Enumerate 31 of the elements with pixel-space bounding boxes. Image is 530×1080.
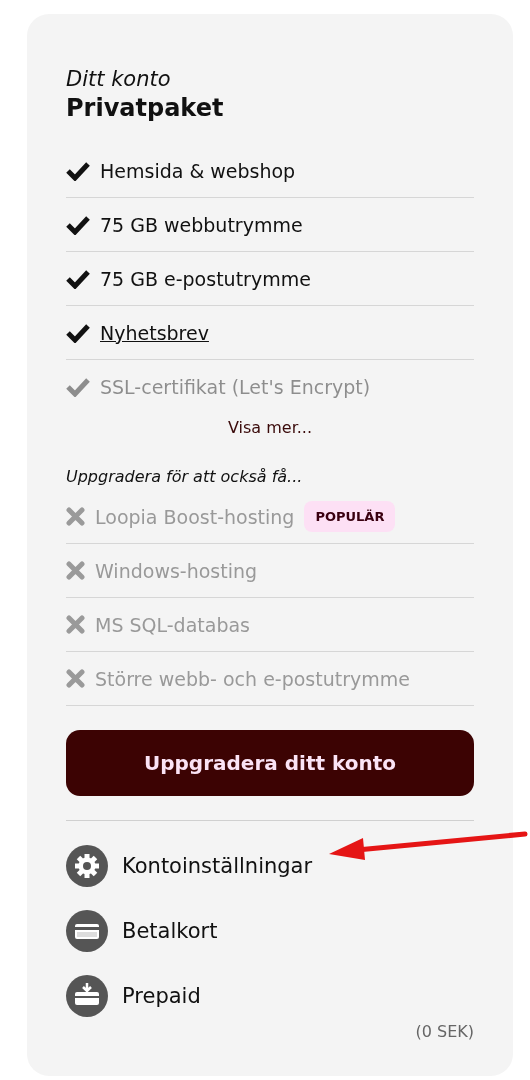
menu-link[interactable]: Prepaid	[122, 983, 201, 1008]
feature-label: 75 GB e-postutrymme	[100, 267, 311, 290]
cross-icon	[66, 561, 85, 580]
feature-link[interactable]: Nyhetsbrev	[100, 321, 209, 344]
card-download-icon	[66, 974, 108, 1017]
check-icon	[66, 322, 90, 343]
upgrade-feature-label: Större webb- och e-postutrymme	[95, 667, 410, 690]
cross-icon	[66, 615, 85, 634]
check-icon	[66, 268, 90, 289]
upgrade-button[interactable]: Uppgradera ditt konto	[66, 730, 474, 796]
feature-label: Hemsida & webshop	[100, 159, 296, 182]
upgrade-feature-label: Loopia Boost-hosting	[95, 505, 295, 528]
menu-link[interactable]: Kontoinställningar	[122, 853, 313, 878]
upgrade-heading: Uppgradera för att också få...	[66, 467, 303, 486]
check-icon	[66, 377, 90, 397]
show-more-link[interactable]: Visa mer...	[227, 418, 313, 437]
upgrade-feature-label: Windows-hosting	[95, 559, 258, 582]
card-subtitle: Ditt konto	[66, 66, 171, 92]
cross-icon	[66, 669, 85, 688]
balance-label: (0 SEK)	[415, 1022, 474, 1041]
cross-icon	[66, 507, 85, 526]
check-icon	[66, 214, 90, 235]
upgrade-feature-label: MS SQL-databas	[95, 613, 250, 636]
check-icon	[66, 160, 90, 181]
feature-label: 75 GB webbutrymme	[100, 213, 303, 236]
popular-badge: POPULÄR	[304, 501, 396, 532]
feature-label: SSL-certifikat (Let's Encrypt)	[100, 376, 371, 398]
menu-link[interactable]: Betalkort	[122, 918, 218, 943]
card-title: Privatpaket	[66, 93, 224, 124]
credit-card-icon	[66, 909, 108, 952]
settings-icon	[66, 844, 108, 887]
